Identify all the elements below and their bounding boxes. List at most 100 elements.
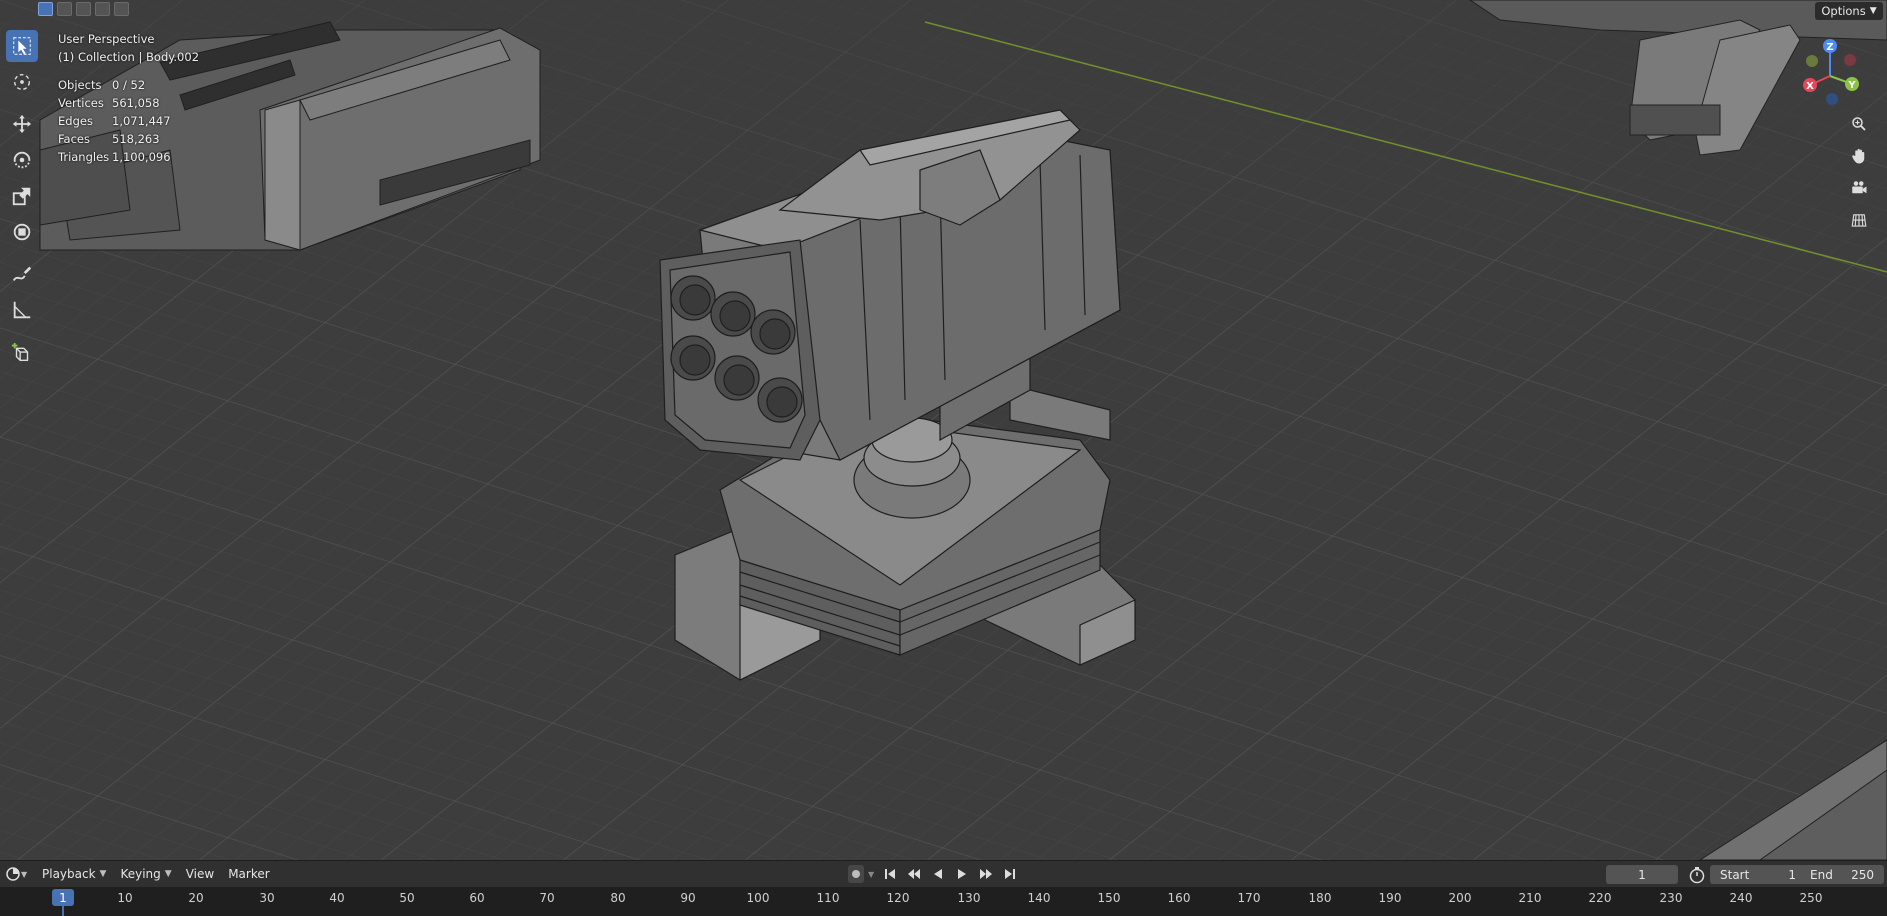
gizmo-z-label: Z — [1826, 42, 1833, 53]
gizmo-neg-y-axis[interactable] — [1806, 55, 1818, 67]
stat-label: Objects — [58, 78, 102, 92]
record-icon — [852, 870, 860, 878]
stat-value: 1,071,447 — [112, 114, 171, 128]
jump-end-icon — [1005, 869, 1016, 879]
add-cube-icon[interactable] — [6, 336, 38, 368]
ortho-grid-icon[interactable] — [1846, 208, 1872, 232]
clock-icon — [6, 867, 20, 881]
jump-start-button[interactable] — [882, 865, 898, 883]
current-frame-field[interactable]: 1 — [1606, 865, 1678, 884]
record-button[interactable] — [848, 865, 864, 883]
stat-label: Faces — [58, 132, 90, 146]
select-difference-mode-icon[interactable] — [95, 2, 110, 16]
zoom-icon[interactable] — [1846, 112, 1872, 136]
current-frame-indicator[interactable]: 1 — [52, 889, 74, 906]
ruler-tick: 90 — [680, 891, 696, 905]
transform-icon[interactable] — [6, 216, 38, 248]
ruler-tick: 200 — [1448, 891, 1472, 905]
select-new-mode-icon[interactable] — [38, 2, 53, 16]
chevron-down-icon: ▼ — [21, 869, 28, 879]
ruler-tick: 240 — [1729, 891, 1753, 905]
menu-label: Keying — [120, 867, 161, 881]
scale-icon[interactable] — [6, 180, 38, 212]
editor-type-button[interactable]: ▼ — [6, 865, 28, 883]
menu-label: Marker — [228, 867, 270, 881]
start-label: Start — [1720, 867, 1750, 882]
options-label: Options — [1821, 4, 1866, 18]
select-box-icon[interactable] — [6, 30, 38, 62]
end-frame-field[interactable]: End 250 — [1800, 865, 1884, 884]
start-value: 1 — [1788, 867, 1796, 882]
gizmo-neg-z-axis[interactable] — [1826, 93, 1838, 105]
jump-start-icon — [885, 869, 896, 879]
scene-render[interactable] — [0, 0, 1887, 860]
select-mode-buttons — [38, 2, 129, 16]
navigation-gizmo[interactable]: Z Y X — [1790, 36, 1870, 116]
ruler-tick: 30 — [259, 891, 275, 905]
playhead-line — [62, 906, 64, 916]
3d-viewport[interactable]: User Perspective (1) Collection | Body.0… — [0, 0, 1887, 860]
play-button[interactable] — [954, 865, 970, 883]
menu-keying[interactable]: Keying ▼ — [120, 867, 171, 881]
play-reverse-icon — [934, 869, 943, 879]
stat-value: 1,100,096 — [112, 150, 171, 164]
stat-row: Triangles 1,100,096 — [58, 150, 171, 168]
end-label: End — [1810, 867, 1833, 882]
stat-label: Vertices — [58, 96, 104, 110]
stat-row: Edges 1,071,447 — [58, 114, 171, 132]
gizmo-x-label: X — [1806, 81, 1814, 92]
ruler-tick: 20 — [188, 891, 204, 905]
menu-view[interactable]: View — [186, 867, 214, 881]
prev-keyframe-button[interactable] — [906, 865, 922, 883]
viewport-info: User Perspective (1) Collection | Body.0… — [58, 30, 199, 66]
measure-icon[interactable] — [6, 294, 38, 326]
stat-row: Faces 518,263 — [58, 132, 171, 150]
annotate-icon[interactable] — [6, 258, 38, 290]
stat-label: Triangles — [58, 150, 110, 164]
select-subtract-mode-icon[interactable] — [76, 2, 91, 16]
ruler-tick: 50 — [399, 891, 415, 905]
play-reverse-button[interactable] — [930, 865, 946, 883]
active-collection: (1) Collection | Body.002 — [58, 50, 200, 64]
viewport-navigation — [1846, 112, 1872, 232]
stat-row: Vertices 561,058 — [58, 96, 171, 114]
rotate-icon[interactable] — [6, 144, 38, 176]
next-keyframe-icon — [980, 869, 993, 879]
ruler-tick: 180 — [1308, 891, 1332, 905]
camera-icon[interactable] — [1846, 176, 1872, 200]
ruler-tick: 80 — [610, 891, 626, 905]
cursor-icon[interactable] — [6, 66, 38, 98]
prev-keyframe-icon — [908, 869, 921, 879]
jump-end-button[interactable] — [1002, 865, 1018, 883]
ruler-tick: 100 — [746, 891, 770, 905]
stopwatch-icon[interactable] — [1688, 866, 1706, 884]
stat-value: 518,263 — [112, 132, 160, 146]
move-icon[interactable] — [6, 108, 38, 140]
pan-hand-icon[interactable] — [1846, 144, 1872, 168]
select-intersect-mode-icon[interactable] — [114, 2, 129, 16]
ruler-tick: 70 — [539, 891, 555, 905]
ruler-tick: 40 — [329, 891, 345, 905]
stat-value: 0 / 52 — [112, 78, 146, 92]
frame-ruler[interactable]: 1 10 20 30 40 50 60 70 80 90 100 110 120… — [0, 887, 1887, 916]
ruler-tick: 190 — [1378, 891, 1402, 905]
view-name: User Perspective — [58, 32, 155, 46]
start-frame-field[interactable]: Start 1 — [1710, 865, 1806, 884]
timeline-header: ▼ Playback ▼ Keying ▼ View Marker ▼ 1 Star… — [0, 860, 1887, 887]
stat-row: Objects 0 / 52 — [58, 78, 171, 96]
stat-value: 561,058 — [112, 96, 160, 110]
next-keyframe-button[interactable] — [978, 865, 994, 883]
ruler-tick: 220 — [1588, 891, 1612, 905]
ruler-tick: 230 — [1659, 891, 1683, 905]
chevron-down-icon[interactable]: ▼ — [868, 870, 874, 879]
ruler-tick: 140 — [1027, 891, 1051, 905]
gizmo-neg-x-axis[interactable] — [1844, 54, 1856, 66]
playback-controls: ▼ — [848, 865, 1018, 883]
menu-playback[interactable]: Playback ▼ — [42, 867, 106, 881]
ruler-tick: 120 — [886, 891, 910, 905]
select-extend-mode-icon[interactable] — [57, 2, 72, 16]
ruler-tick: 130 — [957, 891, 981, 905]
scene-statistics: Objects 0 / 52 Vertices 561,058 Edges 1,071… — [58, 78, 171, 168]
menu-marker[interactable]: Marker — [228, 867, 269, 881]
options-dropdown[interactable]: Options ▼ — [1815, 2, 1883, 20]
